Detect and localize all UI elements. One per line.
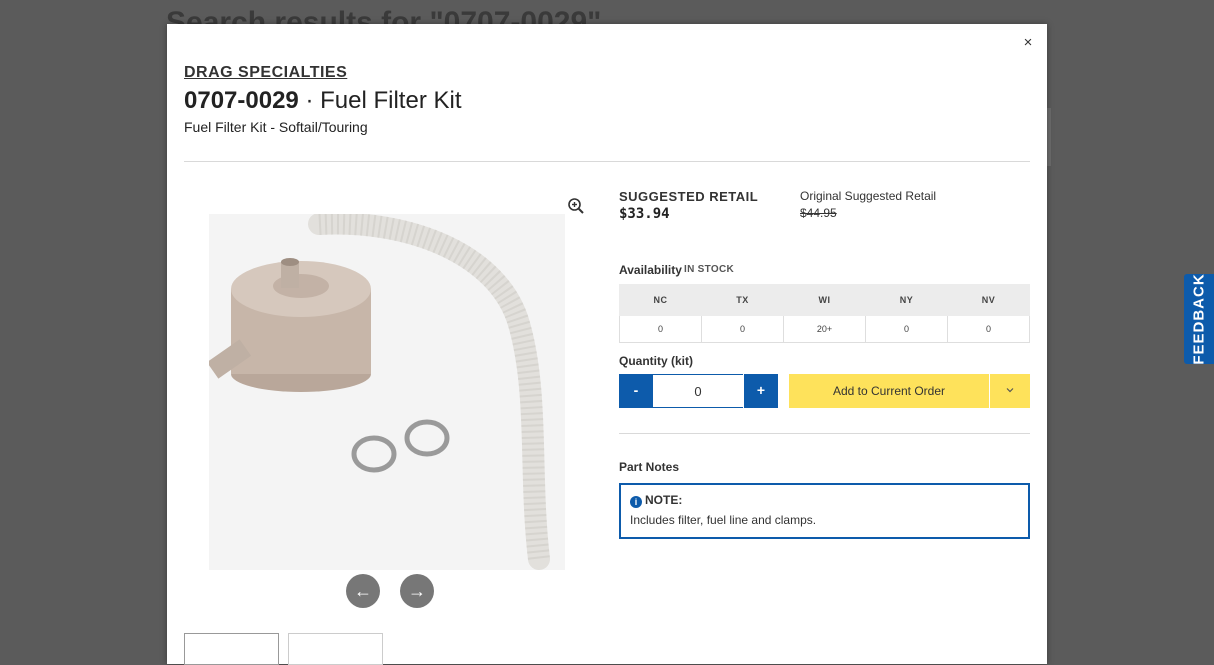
part-number: 0707-0029 (184, 87, 299, 114)
add-to-order-dropdown[interactable] (990, 374, 1030, 408)
quantity-input[interactable] (653, 374, 743, 408)
warehouse-header: NV (947, 284, 1030, 316)
warehouse-header: TX (701, 284, 784, 316)
warehouse-quantity: 0 (701, 315, 784, 343)
warehouse-header: NY (865, 284, 948, 316)
close-button[interactable]: × (1019, 34, 1037, 52)
note-heading: i NOTE: (630, 493, 682, 508)
note-box: i NOTE: Includes filter, fuel line and cl… (619, 483, 1030, 539)
note-heading-text: NOTE: (645, 493, 683, 507)
warehouse-stock-table: NC TX WI NY NV 0 0 20+ 0 0 (619, 284, 1030, 343)
zoom-in-icon[interactable] (567, 197, 585, 215)
warehouse-quantity: 20+ (783, 315, 866, 343)
warehouse-header-row: NC TX WI NY NV (619, 284, 1030, 316)
warehouse-quantity: 0 (865, 315, 948, 343)
header-divider (184, 161, 1030, 162)
suggested-retail-value: $33.94 (619, 206, 670, 222)
prev-image-button[interactable]: ← (346, 574, 380, 608)
chevron-down-icon (1006, 388, 1014, 393)
add-to-order-button[interactable]: Add to Current Order (789, 374, 989, 408)
decrement-button[interactable]: - (619, 374, 653, 408)
increment-button[interactable]: + (744, 374, 778, 408)
product-title: 0707-0029 · Fuel Filter Kit (184, 87, 462, 115)
availability-label: Availability (619, 263, 682, 277)
product-subtitle: Fuel Filter Kit - Softail/Touring (184, 119, 368, 135)
product-name: Fuel Filter Kit (320, 87, 462, 114)
original-retail-value: $44.95 (800, 206, 837, 220)
warehouse-header: NC (619, 284, 702, 316)
feedback-tab[interactable]: FEEDBACK (1184, 273, 1214, 365)
product-modal: × DRAG SPECIALTIES 0707-0029 · Fuel Filt… (167, 24, 1047, 665)
warehouse-quantity-row: 0 0 20+ 0 0 (619, 315, 1030, 343)
warehouse-header: WI (783, 284, 866, 316)
part-notes-label: Part Notes (619, 460, 680, 474)
feedback-label: FEEDBACK (1190, 273, 1208, 365)
info-icon: i (630, 496, 642, 508)
title-separator: · (305, 87, 314, 114)
suggested-retail-label: SUGGESTED RETAIL (619, 189, 759, 204)
warehouse-quantity: 0 (619, 315, 702, 343)
stock-status-badge: IN STOCK (684, 264, 734, 275)
original-retail-label: Original Suggested Retail (800, 189, 937, 203)
next-image-button[interactable]: → (400, 574, 434, 608)
warehouse-quantity: 0 (947, 315, 1030, 343)
actions-divider (619, 433, 1030, 434)
product-image[interactable] (209, 214, 565, 570)
note-text: Includes filter, fuel line and clamps. (630, 513, 817, 527)
quantity-label: Quantity (kit) (619, 354, 693, 368)
brand-link[interactable]: DRAG SPECIALTIES (184, 64, 347, 82)
